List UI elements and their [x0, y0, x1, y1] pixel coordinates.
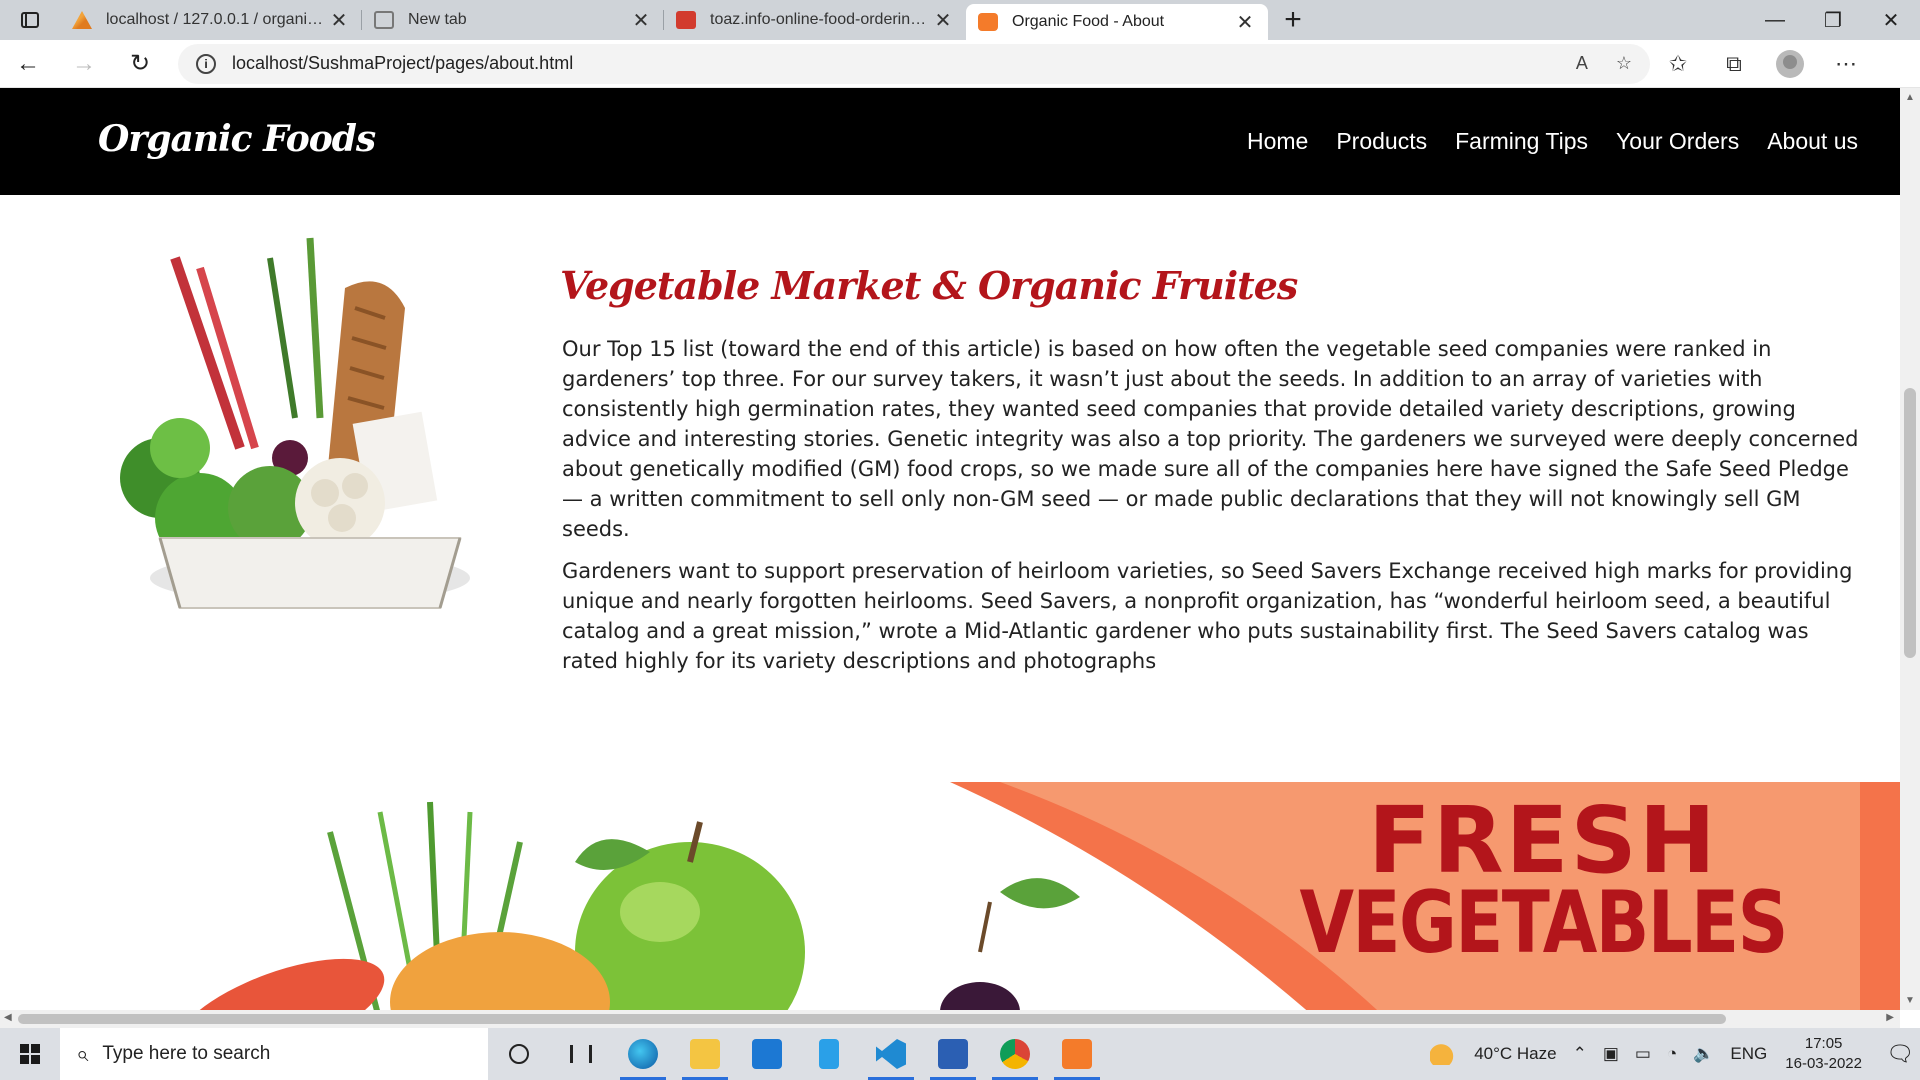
- language-indicator[interactable]: ENG: [1730, 1044, 1767, 1064]
- wifi-icon[interactable]: ◔: [1667, 1044, 1677, 1064]
- banner-line-2: VEGETABLES: [1299, 873, 1788, 973]
- notepad-app-icon[interactable]: [798, 1028, 860, 1080]
- file-explorer-icon[interactable]: [674, 1028, 736, 1080]
- browser-tab-organic-food[interactable]: Organic Food - About ✕: [966, 4, 1268, 40]
- nav-link-products[interactable]: Products: [1336, 128, 1427, 155]
- avatar: [1776, 49, 1804, 78]
- collections-icon[interactable]: ⧉: [1706, 40, 1762, 88]
- weather-text[interactable]: 40°C Haze: [1474, 1044, 1556, 1064]
- add-favorite-icon[interactable]: ☆: [1616, 53, 1632, 74]
- about-heading: Vegetable Market & Organic Fruites: [560, 263, 1298, 308]
- browser-tab-pdf[interactable]: toaz.info-online-food-ordering-s ✕: [664, 0, 966, 40]
- system-tray: 40°C Haze ⌃ ▣ ▭ ◔ 🔈 ENG 17:05 16-03-2022…: [1422, 1028, 1920, 1080]
- refresh-icon[interactable]: ↻: [112, 40, 168, 88]
- notifications-icon[interactable]: 🗨: [1880, 1028, 1920, 1080]
- pdf-icon: [676, 11, 696, 29]
- site-header: Organic Foods Home Products Farming Tips…: [0, 88, 1900, 195]
- fresh-vegetables-banner: FRESH VEGETABLES: [0, 782, 1900, 1010]
- tab-actions-menu-icon[interactable]: [0, 0, 60, 40]
- volume-icon[interactable]: 🔈: [1693, 1044, 1714, 1064]
- window-controls: — ❐ ✕: [1746, 0, 1920, 40]
- horizontal-scrollbar[interactable]: ◀ ▶: [0, 1010, 1900, 1028]
- cortana-icon[interactable]: [488, 1028, 550, 1080]
- tab-title: New tab: [408, 11, 467, 28]
- clock[interactable]: 17:05 16-03-2022: [1785, 1034, 1862, 1074]
- minimize-icon[interactable]: —: [1746, 0, 1804, 40]
- phpmyadmin-icon: [72, 11, 92, 29]
- word-icon[interactable]: [922, 1028, 984, 1080]
- url-text: localhost/SushmaProject/pages/about.html: [232, 53, 574, 73]
- task-view-icon[interactable]: [550, 1028, 612, 1080]
- tab-title: localhost / 127.0.0.1 / organicfo: [106, 11, 328, 28]
- nav-link-about-us[interactable]: About us: [1767, 128, 1858, 155]
- browser-toolbar: ← → ↻ i localhost/SushmaProject/pages/ab…: [0, 40, 1920, 88]
- read-aloud-icon[interactable]: A: [1576, 53, 1588, 74]
- meet-now-icon[interactable]: ▣: [1603, 1044, 1619, 1064]
- scroll-left-icon[interactable]: ◀: [4, 1012, 12, 1023]
- address-bar[interactable]: i localhost/SushmaProject/pages/about.ht…: [178, 43, 1650, 84]
- clock-time: 17:05: [1804, 1035, 1843, 1052]
- about-paragraph: Our Top 15 list (toward the end of this …: [562, 337, 1859, 541]
- close-icon[interactable]: ✕: [630, 8, 652, 33]
- nav-link-home[interactable]: Home: [1247, 128, 1308, 155]
- start-button[interactable]: [0, 1028, 60, 1080]
- search-placeholder: Type here to search: [102, 1043, 271, 1064]
- nav-link-farming-tips[interactable]: Farming Tips: [1455, 128, 1588, 155]
- window-close-icon[interactable]: ✕: [1862, 0, 1920, 40]
- profile-button[interactable]: [1762, 40, 1818, 88]
- close-icon[interactable]: ✕: [328, 8, 350, 33]
- page-viewport: Organic Foods Home Products Farming Tips…: [0, 88, 1900, 1010]
- close-icon[interactable]: ✕: [1234, 10, 1256, 35]
- vertical-scroll-thumb[interactable]: [1904, 388, 1916, 658]
- about-paragraph: Gardeners want to support preservation o…: [562, 559, 1853, 673]
- about-body: Our Top 15 list (toward the end of this …: [562, 334, 1862, 688]
- mail-icon[interactable]: [736, 1028, 798, 1080]
- horizontal-scroll-thumb[interactable]: [18, 1014, 1726, 1024]
- windows-taskbar: ⌕ Type here to search 40°C Haze ⌃ ▣ ▭ ◔ …: [0, 1028, 1920, 1080]
- forward-icon[interactable]: →: [56, 40, 112, 88]
- vscode-icon[interactable]: [860, 1028, 922, 1080]
- scroll-down-icon[interactable]: ▼: [1900, 995, 1920, 1006]
- edge-app-icon[interactable]: [612, 1028, 674, 1080]
- site-info-icon[interactable]: i: [196, 53, 216, 74]
- tab-title: Organic Food - About: [1012, 13, 1165, 30]
- site-nav: Home Products Farming Tips Your Orders A…: [1219, 88, 1858, 195]
- weather-icon[interactable]: [1430, 1043, 1459, 1065]
- windows-logo-icon: [20, 1044, 40, 1064]
- browser-tab-strip: localhost / 127.0.0.1 / organicfo ✕ New …: [0, 0, 1920, 40]
- restore-icon[interactable]: ❐: [1804, 0, 1862, 40]
- banner-headline: FRESH VEGETABLES: [1246, 787, 1840, 973]
- browser-tab-phpmyadmin[interactable]: localhost / 127.0.0.1 / organicfo ✕: [60, 0, 362, 40]
- scroll-right-icon[interactable]: ▶: [1886, 1012, 1894, 1023]
- nav-link-your-orders[interactable]: Your Orders: [1616, 128, 1739, 155]
- chrome-icon[interactable]: [984, 1028, 1046, 1080]
- more-menu-icon[interactable]: ⋯: [1818, 40, 1874, 88]
- taskbar-search-box[interactable]: ⌕ Type here to search: [60, 1028, 488, 1080]
- show-hidden-icons-icon[interactable]: ⌃: [1573, 1044, 1587, 1064]
- scroll-up-icon[interactable]: ▲: [1900, 92, 1920, 103]
- vegetable-basket-image: [120, 237, 470, 609]
- clock-date: 16-03-2022: [1785, 1055, 1862, 1072]
- new-tab-button[interactable]: +: [1268, 0, 1318, 40]
- search-icon: ⌕: [76, 1041, 89, 1066]
- close-icon[interactable]: ✕: [932, 8, 954, 33]
- battery-icon[interactable]: ▭: [1635, 1044, 1651, 1064]
- back-icon[interactable]: ←: [0, 40, 56, 88]
- xampp-taskbar-icon[interactable]: [1046, 1028, 1108, 1080]
- browser-tab-new-tab[interactable]: New tab ✕: [362, 0, 664, 40]
- vertical-scrollbar[interactable]: ▲ ▼: [1900, 88, 1920, 1010]
- favorites-icon[interactable]: ✩: [1650, 40, 1706, 88]
- xampp-icon: [978, 13, 998, 31]
- site-logo[interactable]: Organic Foods: [98, 118, 376, 160]
- banner-line-1: FRESH: [1367, 787, 1718, 894]
- new-tab-icon: [374, 11, 394, 29]
- tab-title: toaz.info-online-food-ordering-s: [710, 11, 932, 28]
